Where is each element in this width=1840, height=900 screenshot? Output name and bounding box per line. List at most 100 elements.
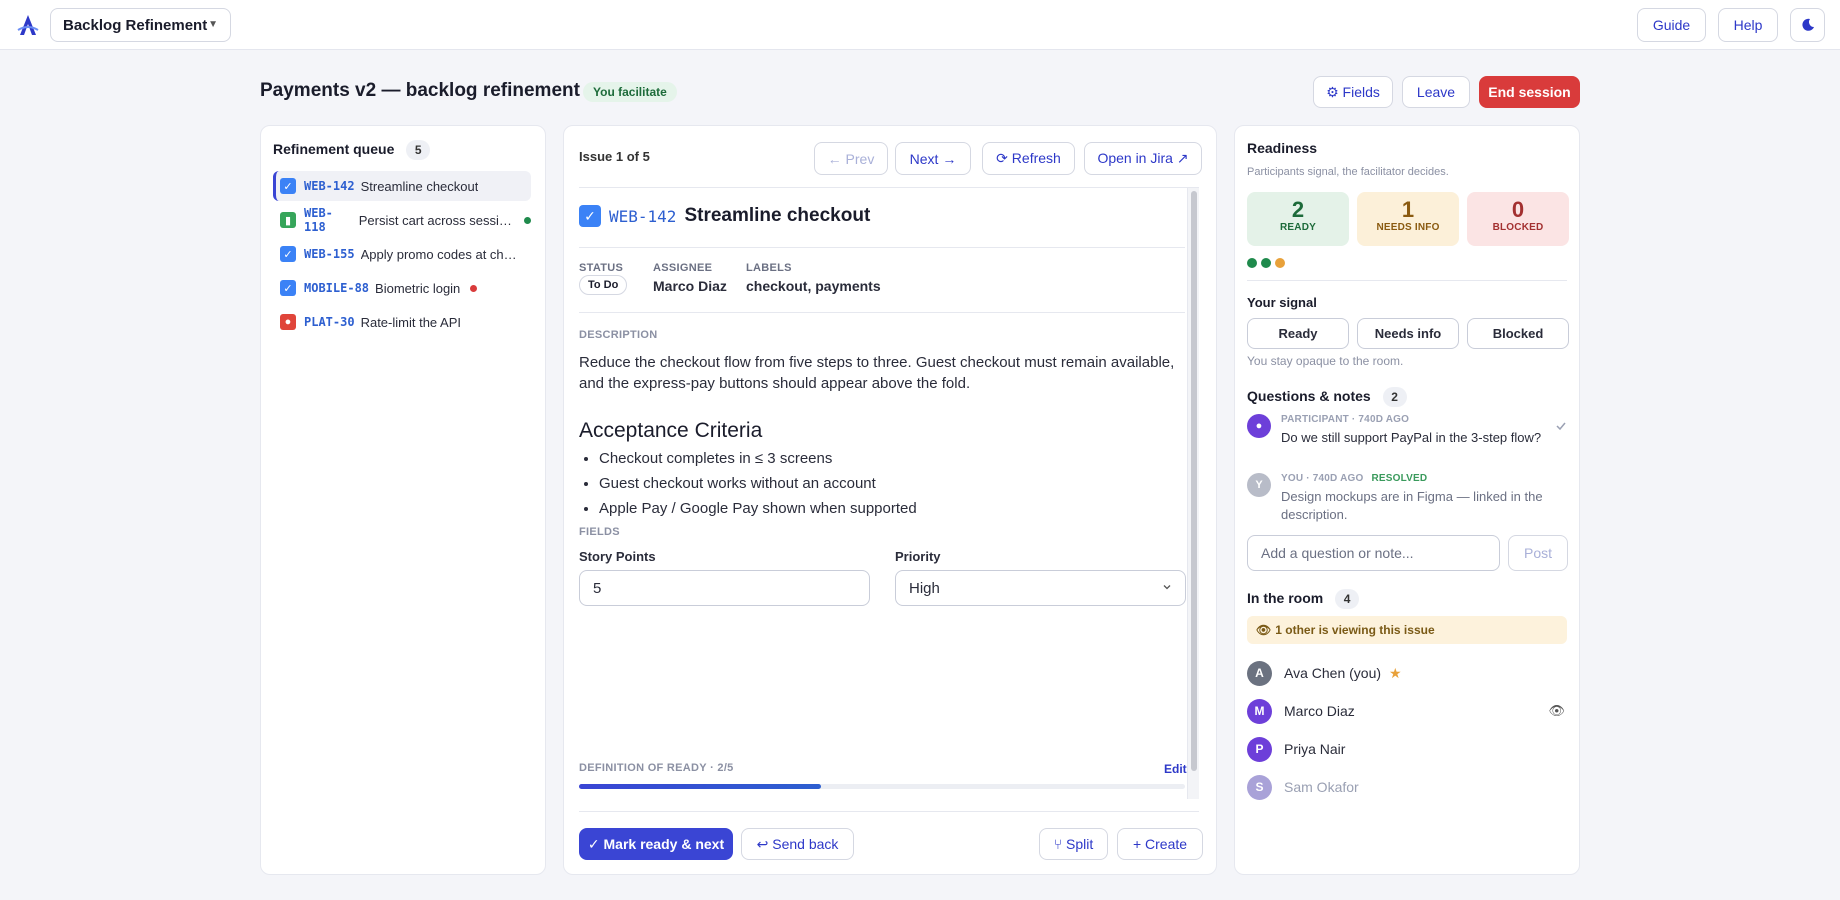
add-note-input[interactable]: Add a question or note... (1247, 535, 1500, 571)
open-in-jira-button[interactable]: Open in Jira ↗ (1084, 142, 1202, 175)
signal-dots (1247, 258, 1285, 268)
viewing-banner: 👁 1 other is viewing this issue (1247, 616, 1567, 644)
note-item: Y YOU · 740D AGO RESOLVED Design mockups … (1247, 473, 1567, 523)
participant-row: S Sam Okafor (1247, 774, 1567, 800)
resolve-check-icon[interactable] (1555, 420, 1567, 432)
story-points-input[interactable]: 5 (579, 570, 870, 606)
fields-section-label: FIELDS (579, 526, 620, 538)
dor-progress-fill (579, 784, 822, 789)
caret-down-icon: ▼ (208, 19, 218, 30)
queue-item[interactable]: ✓ WEB-142 Streamline checkout (273, 171, 531, 201)
ready-stat: 2 READY (1247, 192, 1349, 246)
fields-button[interactable]: ⚙ Fields (1313, 76, 1393, 108)
note-meta: YOU · 740D AGO RESOLVED (1281, 473, 1428, 484)
task-type-icon: ✓ (579, 205, 601, 227)
divider (1247, 280, 1567, 281)
split-button[interactable]: ⑂ Split (1039, 828, 1108, 860)
needs-info-stat: 1 NEEDS INFO (1357, 192, 1459, 246)
app-logo-icon[interactable] (16, 13, 40, 37)
labels-value: checkout, payments (746, 278, 881, 294)
participant-name: Priya Nair (1284, 741, 1346, 757)
priority-select[interactable]: High (895, 570, 1186, 606)
page-title: Payments v2 — backlog refinement (260, 80, 580, 101)
queue-title: Refinement queue 5 (273, 140, 431, 160)
in-the-room-title: In the room 4 (1247, 589, 1360, 609)
eye-icon: 👁 (1548, 703, 1565, 718)
description-text: Reduce the checkout flow from five steps… (579, 354, 1175, 392)
create-button[interactable]: + Create (1117, 828, 1203, 860)
issue-position: Issue 1 of 5 (579, 149, 650, 164)
queue-count: 5 (406, 140, 431, 160)
note-text: Design mockups are in Figma — linked in … (1281, 489, 1543, 522)
readiness-subtitle: Participants signal, the facilitator dec… (1247, 166, 1449, 178)
story-points-label: Story Points (579, 549, 656, 564)
issue-title: Streamline checkout (684, 205, 871, 226)
queue-item[interactable]: ✓ MOBILE-88 Biometric login (273, 273, 531, 303)
ready-dot (1261, 258, 1271, 268)
signal-ready-button[interactable]: Ready (1247, 318, 1349, 349)
ready-count: 2 (1291, 197, 1305, 222)
refinement-queue-panel: Refinement queue 5 ✓ WEB-142 Streamline ch… (260, 125, 546, 875)
mark-ready-next-button[interactable]: ✓ Mark ready & next (579, 828, 733, 860)
dor-progress-bar (579, 784, 1185, 789)
acceptance-criteria-list: Checkout completes in ≤ 3 screens Guest … (599, 446, 917, 521)
dor-edit-link[interactable]: Edit (1164, 762, 1187, 776)
guide-button[interactable]: Guide (1637, 8, 1706, 42)
theme-toggle-button[interactable] (1790, 8, 1825, 42)
chevron-down-icon (1163, 585, 1171, 590)
ready-stat-label: READY (1279, 222, 1316, 233)
assignee-label: ASSIGNEE (653, 262, 713, 274)
assignee-value: Marco Diaz (653, 278, 727, 294)
queue-item-key: WEB-118 (304, 206, 333, 234)
signal-dot (470, 284, 478, 292)
signal-needs-info-button[interactable]: Needs info (1357, 318, 1459, 349)
issue-key[interactable]: WEB-142 (609, 207, 676, 226)
task-type-icon: ✓ (280, 280, 296, 296)
status-badge: To Do (579, 275, 628, 295)
issue-detail-scroll[interactable]: ✓ WEB-142 Streamline checkout STATUS To … (579, 187, 1199, 799)
queue-item[interactable]: ▮ WEB-118 Persist cart across sessions (273, 205, 531, 235)
questions-notes-title: Questions & notes 2 (1247, 387, 1407, 407)
list-item: Guest checkout works without an account (599, 471, 917, 496)
blocked-count: 0 (1511, 197, 1525, 222)
note-item: ● PARTICIPANT · 740D AGO Do we still sup… (1247, 414, 1567, 464)
queue-item[interactable]: ✓ WEB-155 Apply promo codes at checkout (273, 239, 531, 269)
labels-label: LABELS (746, 262, 792, 274)
divider (579, 247, 1185, 248)
queue-item-summary: Streamline checkout (360, 178, 479, 194)
ready-dot (1247, 258, 1257, 268)
end-session-button[interactable]: End session (1479, 76, 1580, 108)
priority-value: High (909, 579, 940, 597)
queue-item-key: PLAT-30 (304, 315, 355, 329)
scrollbar[interactable] (1187, 188, 1199, 799)
scrollbar-thumb[interactable] (1191, 191, 1197, 771)
signal-hint: You stay opaque to the room. (1247, 354, 1404, 368)
queue-item[interactable]: ● PLAT-30 Rate-limit the API (273, 307, 531, 337)
task-type-icon: ✓ (280, 246, 296, 262)
leave-button[interactable]: Leave (1402, 76, 1470, 108)
description-label: DESCRIPTION (579, 329, 658, 341)
board-selector[interactable]: Backlog Refinement ▼ (50, 8, 231, 42)
room-count: 4 (1335, 589, 1360, 609)
needs-info-stat-label: NEEDS INFO (1376, 222, 1440, 233)
moon-icon (1801, 18, 1814, 31)
help-button[interactable]: Help (1718, 8, 1778, 42)
story-type-icon: ▮ (280, 212, 296, 228)
prev-button[interactable]: ← Prev (814, 142, 888, 175)
readiness-panel: Readiness Participants signal, the facil… (1234, 125, 1580, 875)
post-button[interactable]: Post (1508, 535, 1568, 571)
task-type-icon: ✓ (280, 178, 296, 194)
signal-blocked-button[interactable]: Blocked (1467, 318, 1569, 349)
eye-icon: 👁 (1256, 623, 1272, 637)
send-back-button[interactable]: ↩ Send back (741, 828, 854, 860)
participant-row: M Marco Diaz 👁 (1247, 698, 1567, 724)
priority-label: Priority (895, 549, 941, 564)
avatar: ● (1247, 414, 1271, 438)
refresh-button[interactable]: ⟳ Refresh (982, 142, 1075, 175)
next-button[interactable]: Next → (895, 142, 971, 175)
queue-item-summary: Apply promo codes at checkout (360, 246, 521, 262)
participant-row: A Ava Chen (you) ★ (1247, 660, 1567, 686)
participant-name: Ava Chen (you) (1284, 665, 1382, 681)
blocked-stat: 0 BLOCKED (1467, 192, 1569, 246)
status-label: STATUS (579, 262, 624, 274)
